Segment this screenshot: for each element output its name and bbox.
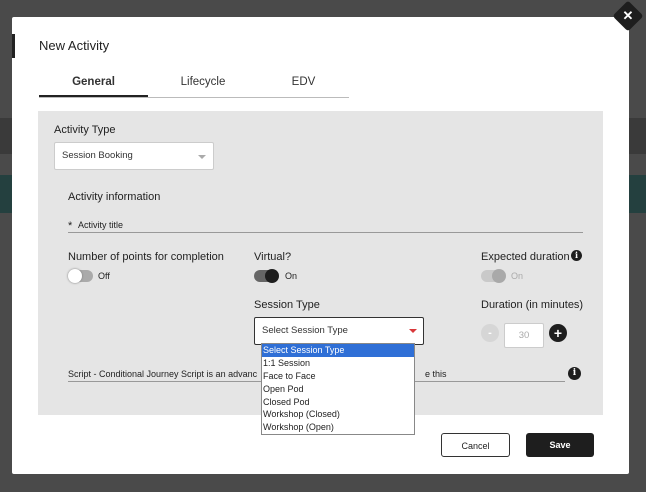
title-accent-bar: [12, 34, 15, 58]
script-field-text-end: e this: [425, 369, 447, 379]
script-field-text[interactable]: Script - Conditional Journey Script is a…: [68, 369, 257, 379]
info-icon[interactable]: i: [568, 367, 581, 380]
session-type-label: Session Type: [254, 299, 320, 311]
dropdown-option[interactable]: Closed Pod: [262, 396, 414, 409]
tab-bar: General Lifecycle EDV: [39, 72, 349, 98]
duration-decrement-button[interactable]: -: [481, 324, 499, 342]
toggle-knob: [265, 269, 279, 283]
close-icon: ✕: [622, 8, 634, 23]
new-activity-modal: New Activity General Lifecycle EDV Activ…: [12, 17, 629, 474]
virtual-toggle-state: On: [285, 271, 298, 281]
expected-duration-toggle[interactable]: [481, 269, 506, 283]
dropdown-option[interactable]: Workshop (Open): [262, 421, 414, 434]
points-toggle-state: Off: [98, 271, 110, 281]
dropdown-option[interactable]: Face to Face: [262, 370, 414, 383]
dropdown-option[interactable]: Open Pod: [262, 383, 414, 396]
activity-type-select[interactable]: Session Booking: [54, 142, 214, 170]
activity-title-input[interactable]: Activity title: [78, 220, 123, 230]
dropdown-option[interactable]: Select Session Type: [262, 344, 414, 357]
required-asterisk: *: [68, 220, 73, 232]
session-type-value: Select Session Type: [262, 325, 348, 336]
activity-title-underline: [68, 232, 583, 233]
active-tab-indicator: [39, 95, 148, 97]
session-type-dropdown: Select Session Type 1:1 Session Face to …: [261, 343, 415, 435]
points-toggle[interactable]: [68, 269, 93, 283]
tab-lifecycle[interactable]: Lifecycle: [148, 76, 258, 88]
chevron-down-icon: [409, 329, 417, 333]
duration-input[interactable]: 30: [504, 323, 544, 348]
virtual-label: Virtual?: [254, 251, 292, 263]
save-button[interactable]: Save: [526, 433, 594, 457]
duration-label: Duration (in minutes): [481, 299, 584, 311]
chevron-down-icon: [198, 155, 206, 159]
dropdown-option[interactable]: 1:1 Session: [262, 357, 414, 370]
toggle-knob: [492, 269, 506, 283]
expected-duration-toggle-state: On: [511, 271, 524, 281]
toggle-knob: [68, 269, 82, 283]
close-button[interactable]: ✕: [612, 0, 644, 32]
tab-edv[interactable]: EDV: [258, 76, 349, 88]
activity-type-value: Session Booking: [62, 150, 133, 161]
cancel-button[interactable]: Cancel: [441, 433, 510, 457]
dropdown-option[interactable]: Workshop (Closed): [262, 408, 414, 421]
virtual-toggle[interactable]: [254, 269, 279, 283]
activity-information-heading: Activity information: [68, 191, 161, 203]
session-type-select[interactable]: Select Session Type: [254, 317, 424, 345]
points-for-completion-label: Number of points for completion: [68, 251, 224, 263]
modal-title: New Activity: [39, 38, 110, 53]
info-icon[interactable]: i: [571, 250, 582, 261]
expected-duration-label: Expected duration: [481, 251, 570, 263]
activity-type-label: Activity Type: [54, 124, 116, 136]
tab-general[interactable]: General: [39, 76, 148, 88]
duration-increment-button[interactable]: +: [549, 324, 567, 342]
